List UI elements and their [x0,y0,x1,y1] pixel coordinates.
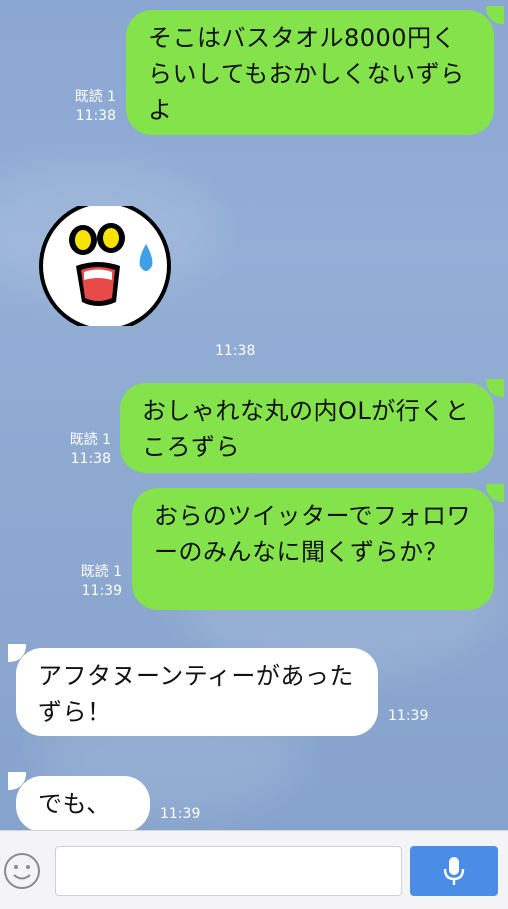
microphone-icon [443,857,465,885]
shocked-face-sticker[interactable] [36,206,176,326]
incoming-message-bubble[interactable]: アフタヌーンティーがあったずら！ [16,648,378,736]
outgoing-message-bubble[interactable]: おしゃれな丸の内OLが行くところずら [120,383,494,473]
message-time: 11:38 [70,451,111,467]
message-text: おしゃれな丸の内OLが行くところずら [142,397,470,461]
chat-area[interactable]: 既読 1 11:38 そこはバスタオル8000円くらいしてもおかしくないずらよ … [0,0,508,830]
mic-button[interactable] [410,846,498,896]
message-time: 11:39 [160,806,201,822]
outgoing-message-bubble[interactable]: おらのツイッターでフォロワーのみんなに聞くずらか？ [132,488,494,610]
incoming-message-bubble[interactable]: でも、 [16,776,150,830]
message-time: 11:39 [388,708,429,724]
read-receipt: 既読 1 [80,564,122,580]
smiley-icon[interactable] [2,851,42,891]
outgoing-message-bubble[interactable]: そこはバスタオル8000円くらいしてもおかしくないずらよ [126,10,494,135]
message-text: そこはバスタオル8000円くらいしてもおかしくないずらよ [148,24,465,124]
message-time: 11:39 [81,583,122,599]
message-meta: 既読 1 11:39 [66,563,122,601]
message-text: おらのツイッターでフォロワーのみんなに聞くずらか？ [154,502,472,566]
message-meta: 既読 1 11:38 [60,88,116,126]
read-receipt: 既読 1 [69,432,111,448]
read-receipt: 既読 1 [74,89,116,105]
message-meta: 既読 1 11:38 [55,431,111,469]
message-text: でも、 [38,790,111,818]
message-time: 11:38 [215,343,256,359]
message-input[interactable] [55,846,402,896]
message-time: 11:38 [75,108,116,124]
message-text: アフタヌーンティーがあったずら！ [38,662,354,726]
message-input-bar [0,830,508,909]
